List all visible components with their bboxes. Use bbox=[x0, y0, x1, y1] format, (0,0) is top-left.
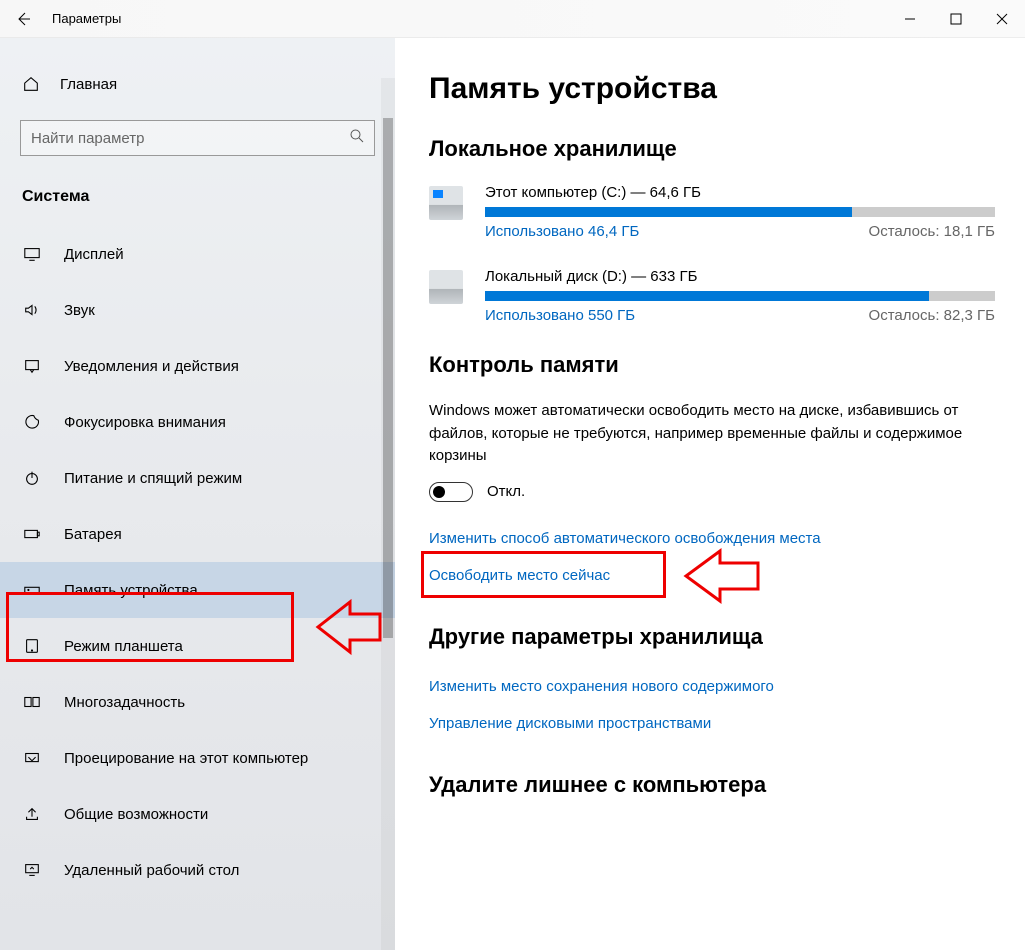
sidebar-item-power[interactable]: Питание и спящий режим bbox=[0, 450, 395, 506]
drive-free-label: Осталось: 18,1 ГБ bbox=[869, 223, 995, 240]
search-icon bbox=[349, 128, 365, 148]
sidebar-home-label: Главная bbox=[60, 76, 117, 93]
sidebar-item-tablet[interactable]: Режим планшета bbox=[0, 618, 395, 674]
sidebar-scrollbar[interactable] bbox=[381, 78, 395, 950]
content: Память устройства Локальное хранилище Эт… bbox=[395, 38, 1025, 950]
sidebar-item-display[interactable]: Дисплей bbox=[0, 226, 395, 282]
sidebar-item-label: Общие возможности bbox=[64, 806, 208, 823]
multitask-icon bbox=[22, 693, 42, 711]
tablet-icon bbox=[22, 637, 42, 655]
sidebar-item-multitask[interactable]: Многозадачность bbox=[0, 674, 395, 730]
drive-row[interactable]: Этот компьютер (C:) — 64,6 ГБ Использован… bbox=[429, 184, 995, 240]
titlebar: Параметры bbox=[0, 0, 1025, 38]
link-change-save-location[interactable]: Изменить место сохранения нового содержи… bbox=[429, 678, 774, 695]
toggle-knob bbox=[433, 486, 445, 498]
notifications-icon bbox=[22, 357, 42, 375]
storage-sense-heading: Контроль памяти bbox=[429, 352, 995, 378]
storage-icon bbox=[22, 581, 42, 599]
sidebar-item-label: Звук bbox=[64, 302, 95, 319]
minimize-button[interactable] bbox=[887, 0, 933, 38]
drive-title: Локальный диск (D:) — 633 ГБ bbox=[485, 268, 995, 285]
power-icon bbox=[22, 469, 42, 487]
sidebar-group-title: Система bbox=[0, 180, 395, 226]
sidebar-item-label: Многозадачность bbox=[64, 694, 185, 711]
close-button[interactable] bbox=[979, 0, 1025, 38]
drive-usage-bar bbox=[485, 291, 995, 301]
sound-icon bbox=[22, 301, 42, 319]
maximize-button[interactable] bbox=[933, 0, 979, 38]
sidebar-item-label: Питание и спящий режим bbox=[64, 470, 242, 487]
drive-icon bbox=[429, 186, 463, 220]
storage-sense-description: Windows может автоматически освободить м… bbox=[429, 400, 969, 468]
home-icon bbox=[22, 75, 40, 93]
sidebar-item-label: Режим планшета bbox=[64, 638, 183, 655]
shared-icon bbox=[22, 805, 42, 823]
sidebar-item-label: Проецирование на этот компьютер bbox=[64, 750, 308, 767]
sidebar-item-shared[interactable]: Общие возможности bbox=[0, 786, 395, 842]
local-storage-heading: Локальное хранилище bbox=[429, 136, 995, 162]
sidebar-item-notifications[interactable]: Уведомления и действия bbox=[0, 338, 395, 394]
page-title: Память устройства bbox=[429, 72, 995, 106]
back-button[interactable] bbox=[0, 0, 46, 38]
sidebar-item-label: Дисплей bbox=[64, 246, 124, 263]
link-free-up-now[interactable]: Освободить место сейчас bbox=[429, 567, 610, 584]
drive-icon bbox=[429, 270, 463, 304]
drive-used-label: Использовано 550 ГБ bbox=[485, 307, 635, 324]
window-controls bbox=[887, 0, 1025, 38]
drive-usage-bar bbox=[485, 207, 995, 217]
sidebar-item-battery[interactable]: Батарея bbox=[0, 506, 395, 562]
project-icon bbox=[22, 749, 42, 767]
sidebar-item-storage[interactable]: Память устройства bbox=[0, 562, 395, 618]
sidebar: Главная Система Дисплей Звук Уведомления и… bbox=[0, 38, 395, 950]
sidebar-item-label: Удаленный рабочий стол bbox=[64, 862, 239, 879]
search-input[interactable] bbox=[20, 120, 375, 156]
sidebar-item-focus[interactable]: Фокусировка внимания bbox=[0, 394, 395, 450]
sidebar-item-label: Батарея bbox=[64, 526, 122, 543]
sidebar-scroll-thumb[interactable] bbox=[383, 118, 393, 638]
sidebar-item-project[interactable]: Проецирование на этот компьютер bbox=[0, 730, 395, 786]
drive-title: Этот компьютер (C:) — 64,6 ГБ bbox=[485, 184, 995, 201]
storage-sense-toggle[interactable] bbox=[429, 482, 473, 502]
sidebar-item-label: Память устройства bbox=[64, 582, 198, 599]
toggle-state-label: Откл. bbox=[487, 483, 525, 500]
drive-used-label: Использовано 46,4 ГБ bbox=[485, 223, 639, 240]
drive-row[interactable]: Локальный диск (D:) — 633 ГБ Использовано… bbox=[429, 268, 995, 324]
window-title: Параметры bbox=[46, 11, 121, 26]
sidebar-item-label: Уведомления и действия bbox=[64, 358, 239, 375]
drive-free-label: Осталось: 82,3 ГБ bbox=[869, 307, 995, 324]
other-storage-heading: Другие параметры хранилища bbox=[429, 624, 995, 650]
focus-icon bbox=[22, 413, 42, 431]
link-manage-spaces[interactable]: Управление дисковыми пространствами bbox=[429, 715, 711, 732]
link-configure-sense[interactable]: Изменить способ автоматического освобожд… bbox=[429, 530, 821, 547]
display-icon bbox=[22, 245, 42, 263]
remote-icon bbox=[22, 861, 42, 879]
sidebar-home[interactable]: Главная bbox=[0, 64, 395, 104]
sidebar-item-label: Фокусировка внимания bbox=[64, 414, 226, 431]
search-wrap bbox=[20, 120, 375, 156]
sidebar-item-sound[interactable]: Звук bbox=[0, 282, 395, 338]
battery-icon bbox=[22, 525, 42, 543]
sidebar-item-remote[interactable]: Удаленный рабочий стол bbox=[0, 842, 395, 898]
cleanup-heading: Удалите лишнее с компьютера bbox=[429, 772, 995, 798]
